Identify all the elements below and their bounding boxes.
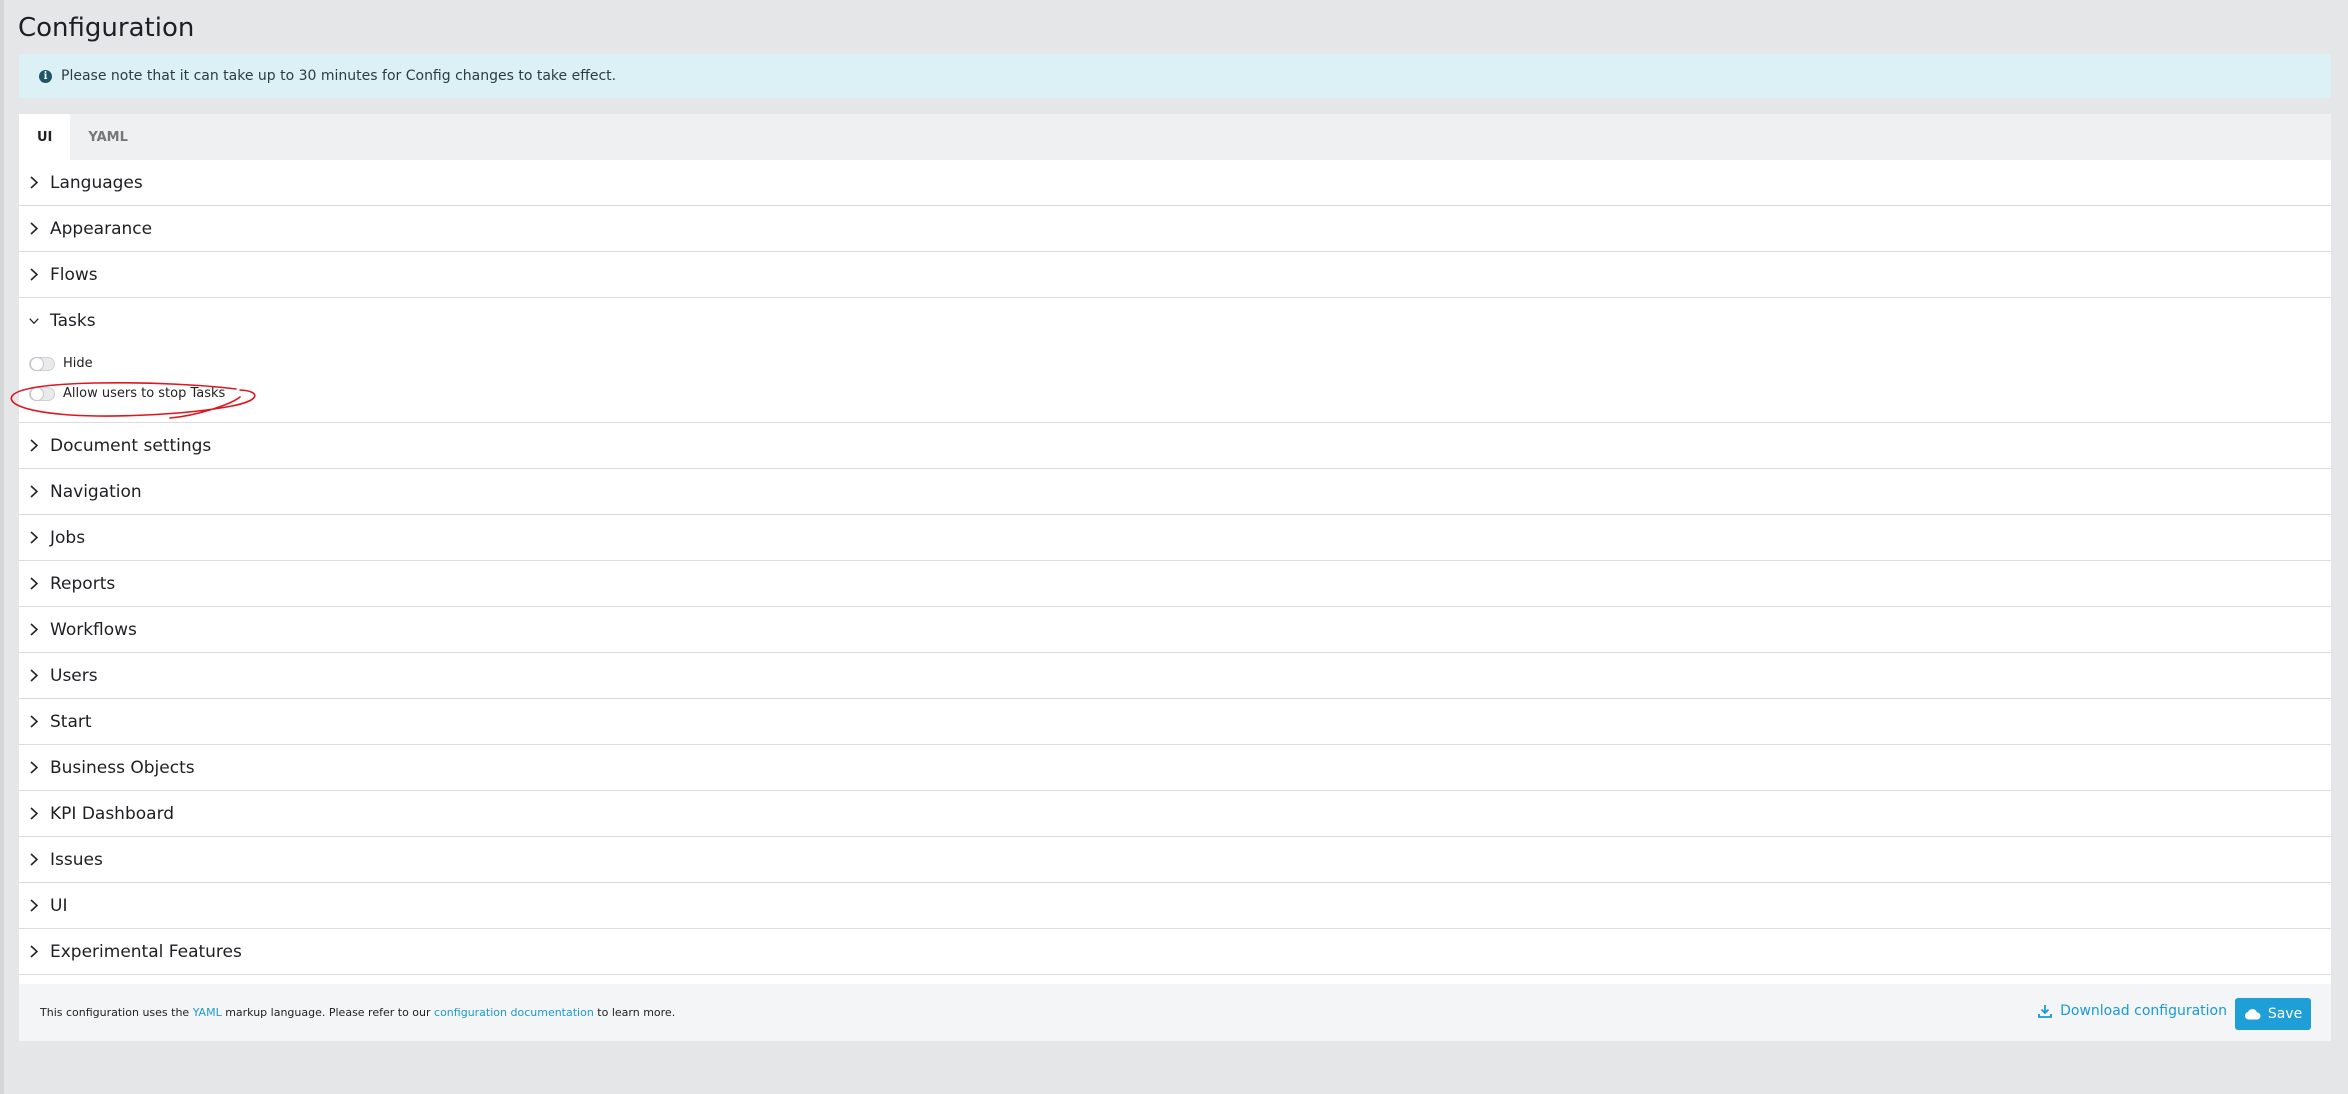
- notice-text: Please note that it can take up to 30 mi…: [61, 68, 617, 84]
- save-button[interactable]: Save: [2235, 998, 2311, 1030]
- section-document-settings[interactable]: Document settings: [19, 423, 2331, 469]
- tab-yaml[interactable]: YAML: [70, 114, 145, 160]
- footer-text-part: This configuration uses the: [40, 1006, 193, 1019]
- yaml-link[interactable]: YAML: [193, 1006, 222, 1019]
- save-label: Save: [2267, 1006, 2303, 1022]
- section-label: Users: [50, 665, 98, 686]
- hide-label: Hide: [63, 356, 93, 371]
- chevron-right-icon: [29, 222, 39, 235]
- section-label: KPI Dashboard: [50, 803, 175, 824]
- section-users[interactable]: Users: [19, 653, 2331, 699]
- tab-bar: UI YAML: [19, 114, 2331, 160]
- info-notice: i Please note that it can take up to 30 …: [19, 54, 2331, 98]
- section-workflows[interactable]: Workflows: [19, 607, 2331, 653]
- download-configuration-link[interactable]: Download configuration: [2038, 1003, 2227, 1019]
- section-label: Document settings: [50, 435, 212, 456]
- allow-stop-tasks-toggle[interactable]: [29, 386, 55, 401]
- allow-stop-tasks-option: Allow users to stop Tasks: [29, 386, 225, 401]
- section-business-objects[interactable]: Business Objects: [19, 745, 2331, 791]
- footer-text: This configuration uses the YAML markup …: [40, 1006, 675, 1019]
- section-label: Start: [50, 711, 92, 732]
- section-languages[interactable]: Languages: [19, 160, 2331, 206]
- configuration-documentation-link[interactable]: configuration documentation: [434, 1006, 594, 1019]
- section-kpi-dashboard[interactable]: KPI Dashboard: [19, 791, 2331, 837]
- section-jobs[interactable]: Jobs: [19, 515, 2331, 561]
- section-label: Workflows: [50, 619, 137, 640]
- cloud-icon: [2244, 1008, 2261, 1020]
- section-label: Appearance: [50, 218, 153, 239]
- section-navigation[interactable]: Navigation: [19, 469, 2331, 515]
- section-label: UI: [50, 895, 68, 916]
- chevron-right-icon: [29, 439, 39, 452]
- download-label: Download configuration: [2060, 1003, 2227, 1019]
- chevron-right-icon: [29, 899, 39, 912]
- chevron-right-icon: [29, 945, 39, 958]
- section-experimental-features[interactable]: Experimental Features: [19, 929, 2331, 975]
- section-list: Languages Appearance Flows Tasks Hide Al…: [19, 160, 2331, 975]
- section-issues[interactable]: Issues: [19, 837, 2331, 883]
- section-label: Reports: [50, 573, 116, 594]
- footer-text-part: to learn more.: [593, 1006, 676, 1019]
- chevron-right-icon: [29, 531, 39, 544]
- chevron-right-icon: [29, 715, 39, 728]
- allow-stop-tasks-label: Allow users to stop Tasks: [63, 386, 226, 401]
- chevron-right-icon: [29, 761, 39, 774]
- page-title: Configuration: [18, 13, 195, 43]
- tab-ui[interactable]: UI: [19, 114, 71, 160]
- left-edge: [0, 0, 4, 1094]
- hide-option: Hide: [29, 356, 93, 371]
- section-label: Navigation: [50, 481, 142, 502]
- chevron-right-icon: [29, 577, 39, 590]
- section-label: Tasks: [50, 311, 96, 331]
- hide-toggle[interactable]: [29, 356, 55, 371]
- config-panel: UI YAML Languages Appearance Flows Tasks…: [19, 114, 2331, 1041]
- chevron-right-icon: [29, 623, 39, 636]
- tasks-settings: Hide Allow users to stop Tasks: [19, 344, 2331, 423]
- chevron-right-icon: [29, 807, 39, 820]
- chevron-right-icon: [29, 853, 39, 866]
- section-flows[interactable]: Flows: [19, 252, 2331, 298]
- chevron-right-icon: [29, 485, 39, 498]
- footer-text-part: markup language. Please refer to our: [221, 1006, 435, 1019]
- section-label: Flows: [50, 264, 98, 285]
- section-tasks[interactable]: Tasks: [19, 298, 2331, 344]
- section-start[interactable]: Start: [19, 699, 2331, 745]
- section-appearance[interactable]: Appearance: [19, 206, 2331, 252]
- config-footer: This configuration uses the YAML markup …: [19, 984, 2331, 1041]
- section-label: Jobs: [50, 527, 86, 548]
- chevron-right-icon: [29, 669, 39, 682]
- info-icon: i: [39, 69, 52, 83]
- section-label: Issues: [50, 849, 103, 870]
- chevron-down-icon: [29, 316, 39, 326]
- chevron-right-icon: [29, 268, 39, 281]
- section-ui[interactable]: UI: [19, 883, 2331, 929]
- chevron-right-icon: [29, 176, 39, 189]
- section-label: Business Objects: [50, 757, 195, 778]
- download-icon: [2038, 1004, 2052, 1018]
- section-label: Languages: [50, 172, 143, 193]
- section-reports[interactable]: Reports: [19, 561, 2331, 607]
- section-label: Experimental Features: [50, 941, 242, 962]
